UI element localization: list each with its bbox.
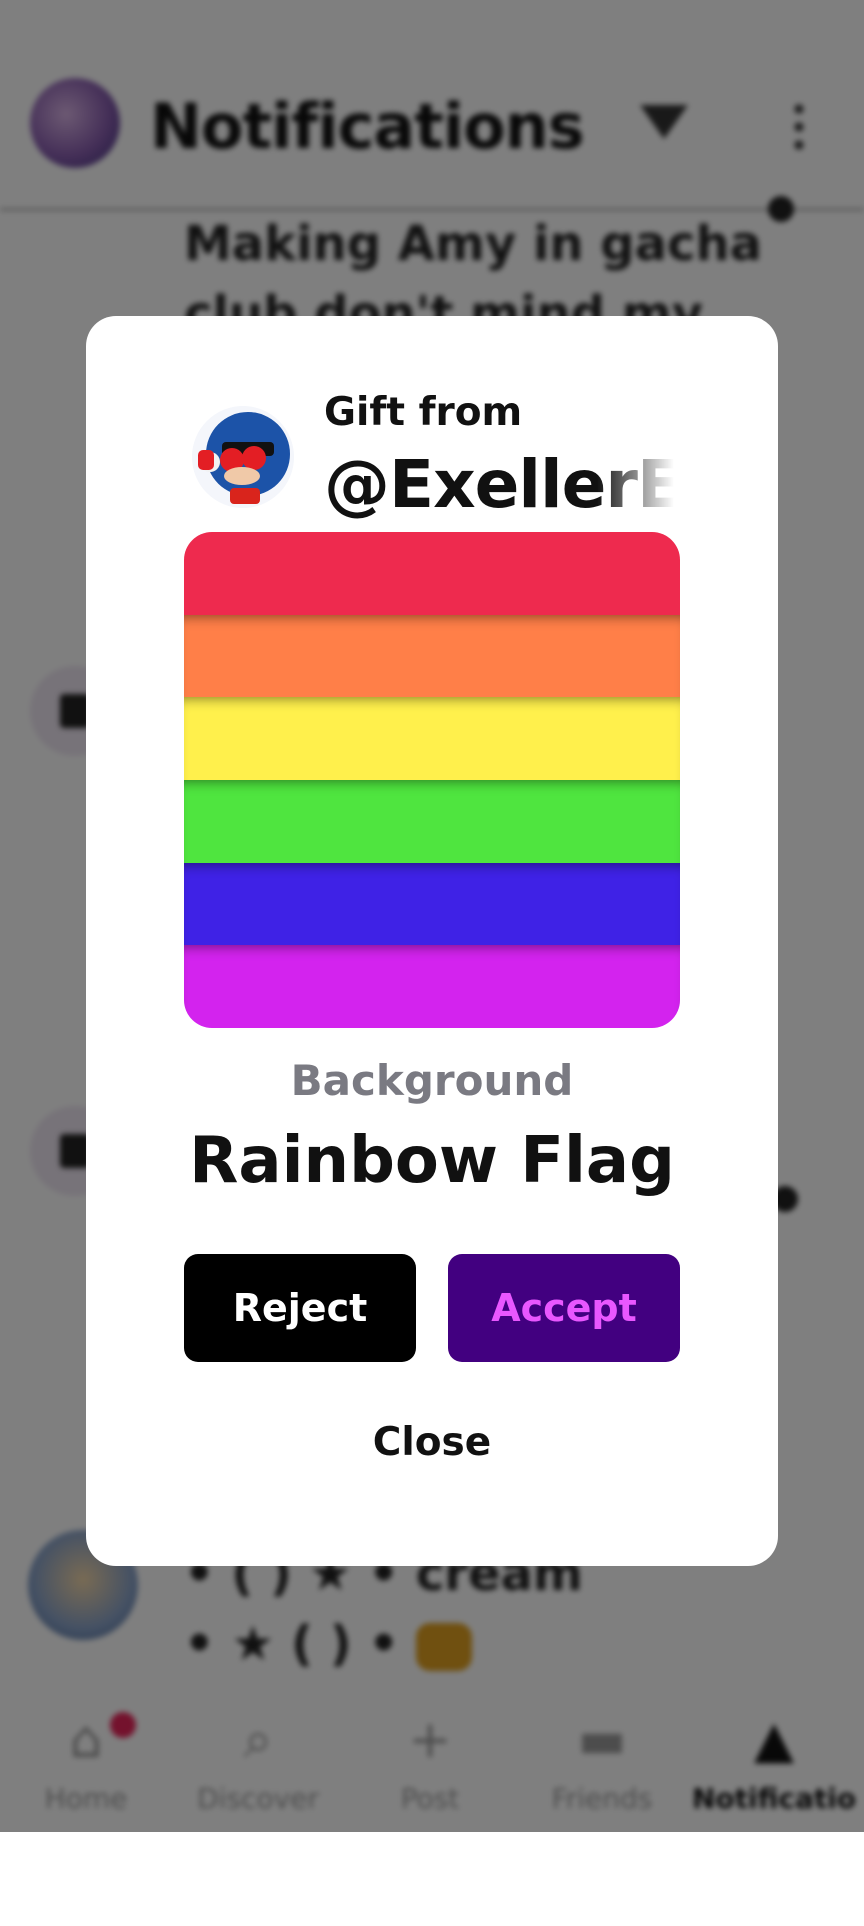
gift-dialog: Gift from @ExellerEx Background Rainbow … bbox=[86, 316, 778, 1566]
sender-avatar-image bbox=[192, 406, 294, 508]
flag-stripe bbox=[184, 862, 680, 946]
flag-stripe bbox=[184, 945, 680, 1028]
flag-stripe bbox=[184, 697, 680, 780]
accept-button[interactable]: Accept bbox=[448, 1254, 680, 1362]
reject-button[interactable]: Reject bbox=[184, 1254, 416, 1362]
gift-from-label: Gift from bbox=[324, 390, 523, 435]
rainbow-flag-preview bbox=[184, 532, 680, 1028]
sender-username[interactable]: @ExellerEx bbox=[324, 446, 674, 523]
system-bottom-area bbox=[0, 1832, 864, 1926]
gift-item-name: Rainbow Flag bbox=[189, 1124, 675, 1198]
screen: Notifications Making Amy in gacha club d… bbox=[0, 0, 864, 1926]
flag-stripe bbox=[184, 614, 680, 698]
close-button[interactable]: Close bbox=[86, 1420, 778, 1465]
flag-stripe bbox=[184, 779, 680, 863]
sender-avatar[interactable] bbox=[192, 406, 294, 508]
flag-stripe bbox=[184, 532, 680, 615]
gift-item-type: Background bbox=[290, 1056, 574, 1105]
